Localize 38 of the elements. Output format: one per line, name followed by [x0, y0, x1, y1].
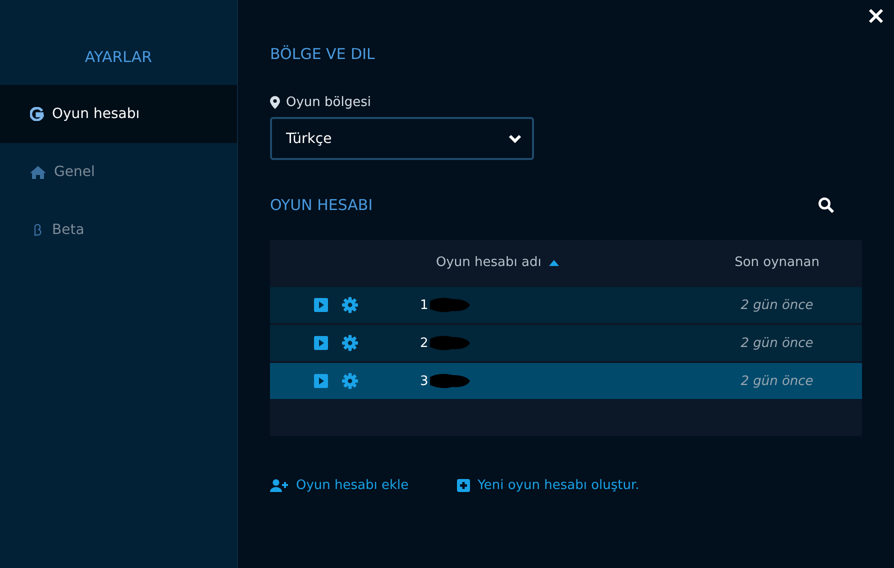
refresh-icon [30, 107, 44, 121]
chevron-down-icon [508, 134, 522, 144]
sidebar-item[interactable]: Oyun hesabı [0, 85, 237, 143]
column-header[interactable]: Son oynanan [734, 255, 820, 270]
section-title: OYUN HESABI [270, 196, 373, 214]
home-icon [30, 166, 46, 178]
section-title: BÖLGE VE DIL [270, 45, 376, 63]
sidebar-item[interactable]: Genel [0, 143, 237, 201]
region-select[interactable]: Türkçe [270, 117, 534, 160]
table-row[interactable]: 2 2 gün önce [270, 325, 862, 361]
add-user-icon [270, 479, 288, 492]
table-row[interactable]: 1 2 gün önce [270, 287, 862, 323]
play-icon[interactable] [314, 336, 328, 350]
play-icon[interactable] [314, 374, 328, 388]
sidebar-title: AYARLAR [84, 47, 154, 68]
last-played: 2 gün önce [740, 374, 814, 388]
redaction-mark [428, 334, 472, 352]
redaction-mark [428, 296, 472, 314]
field-label: Oyun bölgesi [286, 95, 371, 110]
action-link[interactable]: Yeni oyun hesabı oluştur. [456, 478, 640, 493]
column-header[interactable]: Oyun hesabı adı [420, 255, 692, 270]
search-icon[interactable] [818, 197, 834, 213]
settings-icon[interactable] [342, 297, 358, 313]
play-icon[interactable] [314, 298, 328, 312]
last-played: 2 gün önce [740, 298, 814, 312]
settings-icon[interactable] [342, 373, 358, 389]
plus-square-icon [456, 479, 470, 492]
redaction-mark [428, 372, 472, 390]
table-row[interactable]: 3 2 gün önce [270, 363, 862, 399]
action-link[interactable]: Oyun hesabı ekle [270, 478, 409, 493]
account-name: 1 [420, 298, 428, 312]
sidebar-item[interactable]: Beta [0, 201, 237, 259]
account-name: 2 [420, 336, 428, 350]
last-played: 2 gün önce [740, 336, 814, 350]
account-name: 3 [420, 374, 428, 388]
map-pin-icon [270, 96, 280, 109]
settings-icon[interactable] [342, 335, 358, 351]
close-button[interactable] [866, 6, 886, 26]
